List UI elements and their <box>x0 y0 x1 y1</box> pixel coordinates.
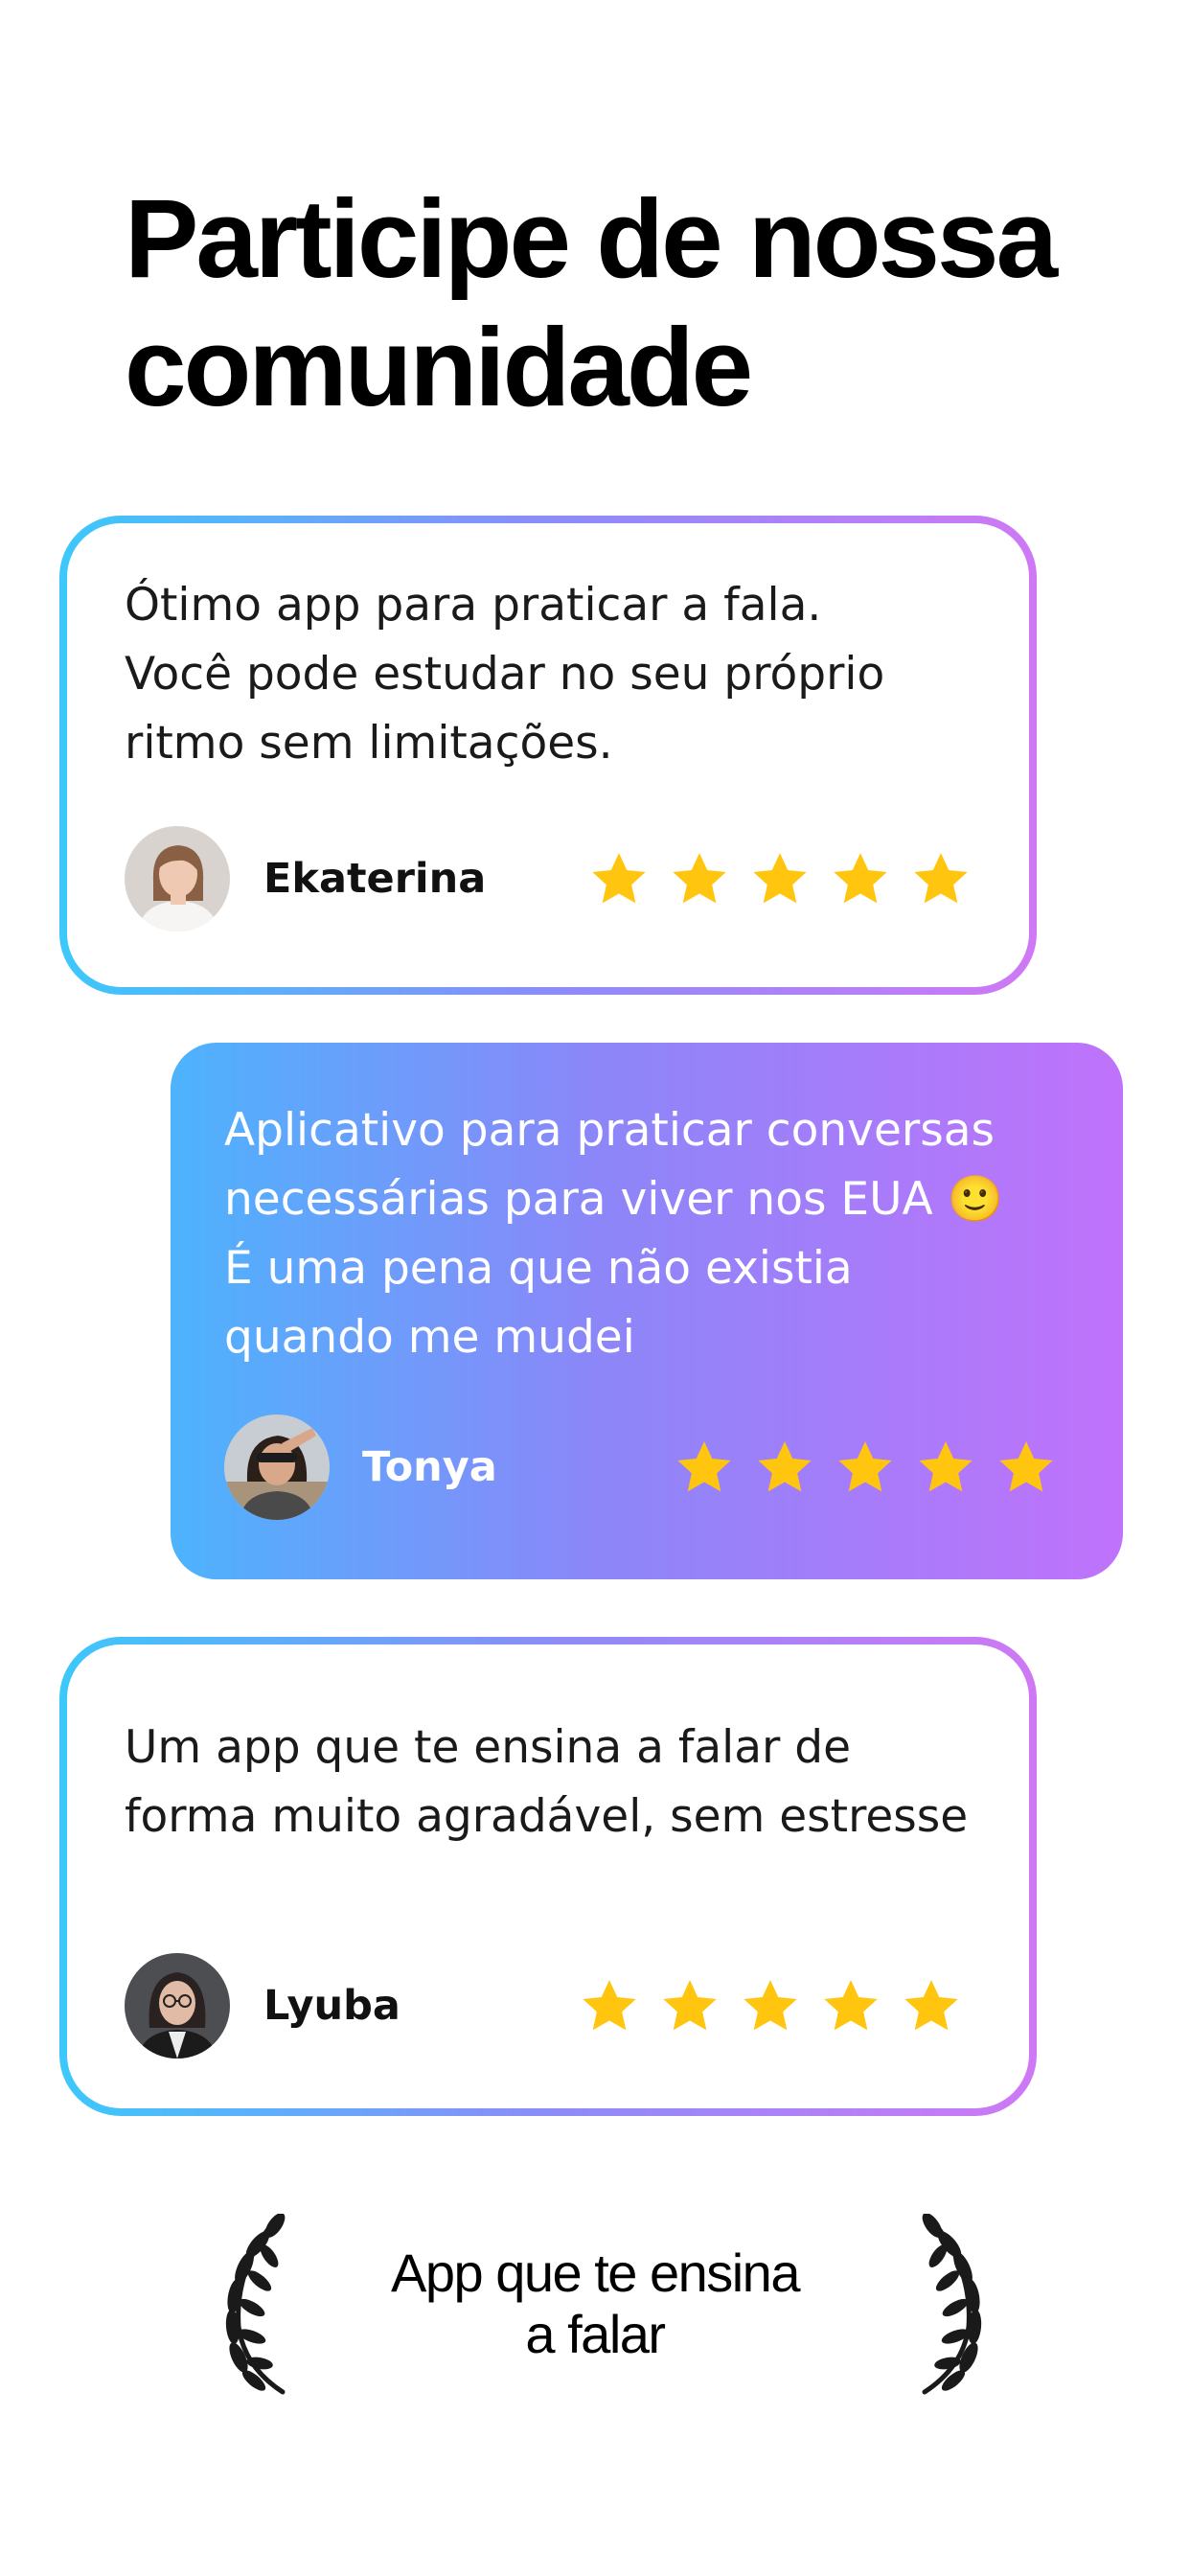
star-icon <box>663 1980 717 2031</box>
page-title-line-1: Participe de nossa <box>125 176 1058 301</box>
review-text: Um app que te ensina a falar de forma mu… <box>125 1721 969 1843</box>
laurel-wreath-icon <box>922 2214 982 2395</box>
page-title-line-2: comunidade <box>125 305 753 429</box>
star-icon <box>744 1980 797 2031</box>
award-text: App que te ensina a falar <box>308 2242 882 2365</box>
review-card-lyuba: Um app que te ensina a falar de forma mu… <box>59 1637 1037 2116</box>
avatar <box>125 1953 230 2058</box>
award-text-line-2: a falar <box>525 2304 666 2364</box>
review-card-ekaterina: Ótimo app para praticar a fala. Você pod… <box>59 516 1037 995</box>
star-icon <box>753 853 807 904</box>
star-icon <box>834 853 887 904</box>
rating-stars <box>589 845 971 912</box>
star-icon <box>758 1441 812 1492</box>
page-title: Participe de nossa comunidade <box>125 174 1121 431</box>
star-icon <box>677 1441 731 1492</box>
star-icon <box>583 1980 636 2031</box>
laurel-wreath-icon <box>225 2214 286 2395</box>
star-icon <box>914 853 968 904</box>
star-icon <box>999 1441 1053 1492</box>
review-text: Ótimo app para praticar a fala. Você pod… <box>125 579 885 770</box>
award-badge: App que te ensina a falar <box>0 2214 1190 2405</box>
avatar <box>224 1414 330 1520</box>
review-card-tonya: Aplicativo para praticar conversas neces… <box>171 1043 1123 1579</box>
rating-stars <box>580 1972 961 2039</box>
star-icon <box>592 853 646 904</box>
author-name: Ekaterina <box>263 855 487 903</box>
star-icon <box>824 1980 878 2031</box>
author-name: Lyuba <box>263 1982 400 2030</box>
review-text: Aplicativo para praticar conversas neces… <box>224 1104 1004 1364</box>
author-name: Tonya <box>362 1443 497 1491</box>
star-icon <box>919 1441 973 1492</box>
award-text-line-1: App que te ensina <box>391 2242 800 2303</box>
star-icon <box>673 853 726 904</box>
avatar <box>125 826 230 932</box>
star-icon <box>838 1441 892 1492</box>
rating-stars <box>675 1434 1056 1501</box>
star-icon <box>904 1980 958 2031</box>
